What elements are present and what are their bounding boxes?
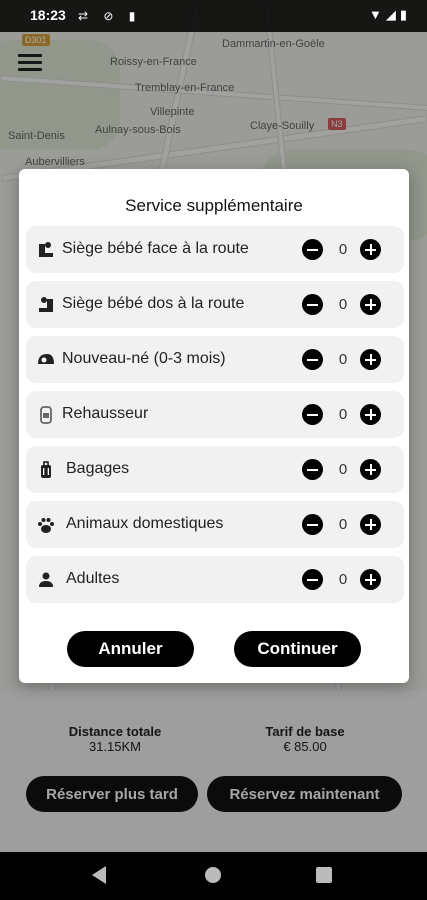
baby-seat-rear-icon — [35, 294, 57, 316]
increment-button[interactable] — [360, 349, 381, 370]
booster-seat-icon — [35, 404, 57, 426]
status-time: 18:23 — [30, 7, 66, 23]
person-icon — [35, 569, 57, 591]
increment-button[interactable] — [360, 239, 381, 260]
service-label: Nouveau-né (0-3 mois) — [62, 350, 226, 367]
service-count: 0 — [338, 516, 348, 533]
dialog-title: Service supplémentaire — [125, 196, 303, 215]
decrement-button[interactable] — [302, 239, 323, 260]
newborn-icon — [35, 349, 57, 371]
decrement-button[interactable] — [302, 294, 323, 315]
home-icon[interactable] — [205, 867, 221, 883]
status-bar: 18:23 ⇄ ⊘ ▮ ▼◢▮ — [0, 0, 427, 32]
decrement-button[interactable] — [302, 349, 323, 370]
paw-icon — [35, 514, 57, 536]
service-row-luggage: Bagages 0 — [26, 446, 404, 493]
increment-button[interactable] — [360, 569, 381, 590]
service-count: 0 — [338, 571, 348, 588]
service-count: 0 — [338, 296, 348, 313]
service-label: Adultes — [66, 570, 120, 587]
decrement-button[interactable] — [302, 569, 323, 590]
service-row-baby-seat-forward: Siège bébé face à la route 0 — [26, 226, 404, 273]
service-row-adults: Adultes 0 — [26, 556, 404, 603]
service-row-pets: Animaux domestiques 0 — [26, 501, 404, 548]
notification-icons: ⇄ ⊘ ▮ — [78, 9, 142, 23]
service-row-newborn: Nouveau-né (0-3 mois) 0 — [26, 336, 404, 383]
back-icon[interactable] — [92, 866, 106, 884]
cancel-button[interactable]: Annuler — [67, 631, 194, 667]
service-label: Siège bébé dos à la route — [62, 295, 245, 312]
service-count: 0 — [338, 461, 348, 478]
service-label: Animaux domestiques — [66, 515, 224, 532]
service-row-baby-seat-rear: Siège bébé dos à la route 0 — [26, 281, 404, 328]
system-icons: ▼◢▮ — [368, 7, 411, 22]
increment-button[interactable] — [360, 459, 381, 480]
increment-button[interactable] — [360, 514, 381, 535]
luggage-icon — [35, 459, 57, 481]
increment-button[interactable] — [360, 404, 381, 425]
decrement-button[interactable] — [302, 514, 323, 535]
continue-button[interactable]: Continuer — [234, 631, 361, 667]
increment-button[interactable] — [360, 294, 381, 315]
baby-seat-forward-icon — [35, 239, 57, 261]
navigation-bar — [0, 852, 427, 900]
service-count: 0 — [338, 241, 348, 258]
service-row-booster: Rehausseur 0 — [26, 391, 404, 438]
service-label: Siège bébé face à la route — [62, 240, 249, 257]
decrement-button[interactable] — [302, 404, 323, 425]
recent-apps-icon[interactable] — [316, 867, 332, 883]
extra-service-dialog: Service supplémentaire Siège bébé face à… — [19, 169, 409, 683]
service-label: Rehausseur — [62, 405, 149, 422]
service-count: 0 — [338, 406, 348, 423]
decrement-button[interactable] — [302, 459, 323, 480]
service-label: Bagages — [66, 460, 130, 477]
service-count: 0 — [338, 351, 348, 368]
